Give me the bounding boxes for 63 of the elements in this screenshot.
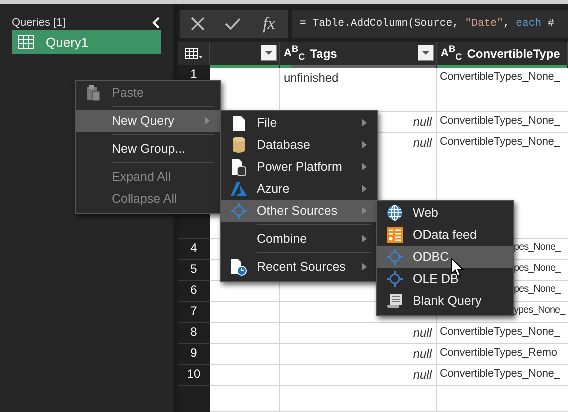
menu-item[interactable]: Recent Sources [221,256,377,278]
logo-icon [231,182,247,196]
column-header[interactable]: A$^{B}$$_{C}$ Tags [280,42,437,65]
table-cell: ConvertibleTypes_None_ [437,323,568,344]
document-icon [232,158,246,176]
row-number: 10 [187,367,201,381]
dropdown-icon[interactable] [261,45,277,61]
check-icon[interactable] [224,17,241,31]
empty-cell [210,386,280,412]
row-number: 1 [190,68,198,80]
submenu-arrow-icon [362,235,367,243]
menu-item[interactable]: New Group... [76,138,220,160]
submenu-arrow-icon [362,119,367,127]
clipboard-icon [86,84,102,102]
empty-cell [210,344,280,365]
submenu-arrow-icon [362,185,367,193]
empty-cell [210,323,280,344]
database-icon [233,137,245,153]
row-number: 5 [190,262,198,276]
formula-field[interactable]: = Table.AddColumn(Source, "Date", each # [292,10,568,38]
dropdown-icon[interactable] [418,45,434,61]
submenu-arrow-icon [362,263,367,271]
scroll-icon [387,293,403,309]
row-number: 6 [190,283,198,297]
table-cell: null [280,344,437,365]
column-header[interactable] [210,42,280,65]
node-icon [387,271,403,287]
menu-item[interactable]: Other Sources [221,200,377,222]
table-cell: ConvertibleTypes_Remo [437,344,568,365]
cancel-icon[interactable] [190,16,206,32]
menu-item[interactable]: New Query [76,110,220,132]
empty-cell [210,365,280,386]
function-button[interactable]: fx [260,14,278,34]
table-cell: ConvertibleTypes_None_ [437,365,568,386]
pane-title: Queries [1] [12,16,66,28]
submenu-arrow-icon [205,117,210,125]
node-icon [387,249,403,265]
table-cell: null [280,365,437,386]
submenu-arrow-icon [362,141,367,149]
table-cell: ConvertibleTypes_None_ [437,68,568,112]
column-title: ConvertibleType [467,46,560,60]
row-number: 4 [190,241,198,255]
formula-text: = Table.AddColumn(Source, "Date", each # [300,18,554,30]
query-item[interactable]: Query1 [12,30,161,54]
list-icon [387,227,403,243]
collapse-icon[interactable] [152,16,160,28]
globe-icon [387,205,403,221]
menu-item[interactable]: ODBC [377,246,513,268]
submenu-arrow-icon [362,163,367,171]
table-cell: ConvertibleTypes_None_ [437,112,568,133]
empty-cell [210,302,280,323]
table-icon [18,35,34,49]
column-title: Tags [310,46,338,60]
table-cell: null [280,323,437,344]
clock-document-icon [231,258,247,276]
file-icon [233,116,245,130]
row-number: 7 [190,304,198,318]
submenu-arrow-icon [362,207,367,215]
row-number: 8 [190,325,198,339]
row-number: 9 [190,346,198,360]
column-header[interactable]: A$^{B}$$_{C}$ ConvertibleType [437,42,568,65]
table-menu-icon[interactable] [184,48,202,60]
node-icon [231,203,247,219]
